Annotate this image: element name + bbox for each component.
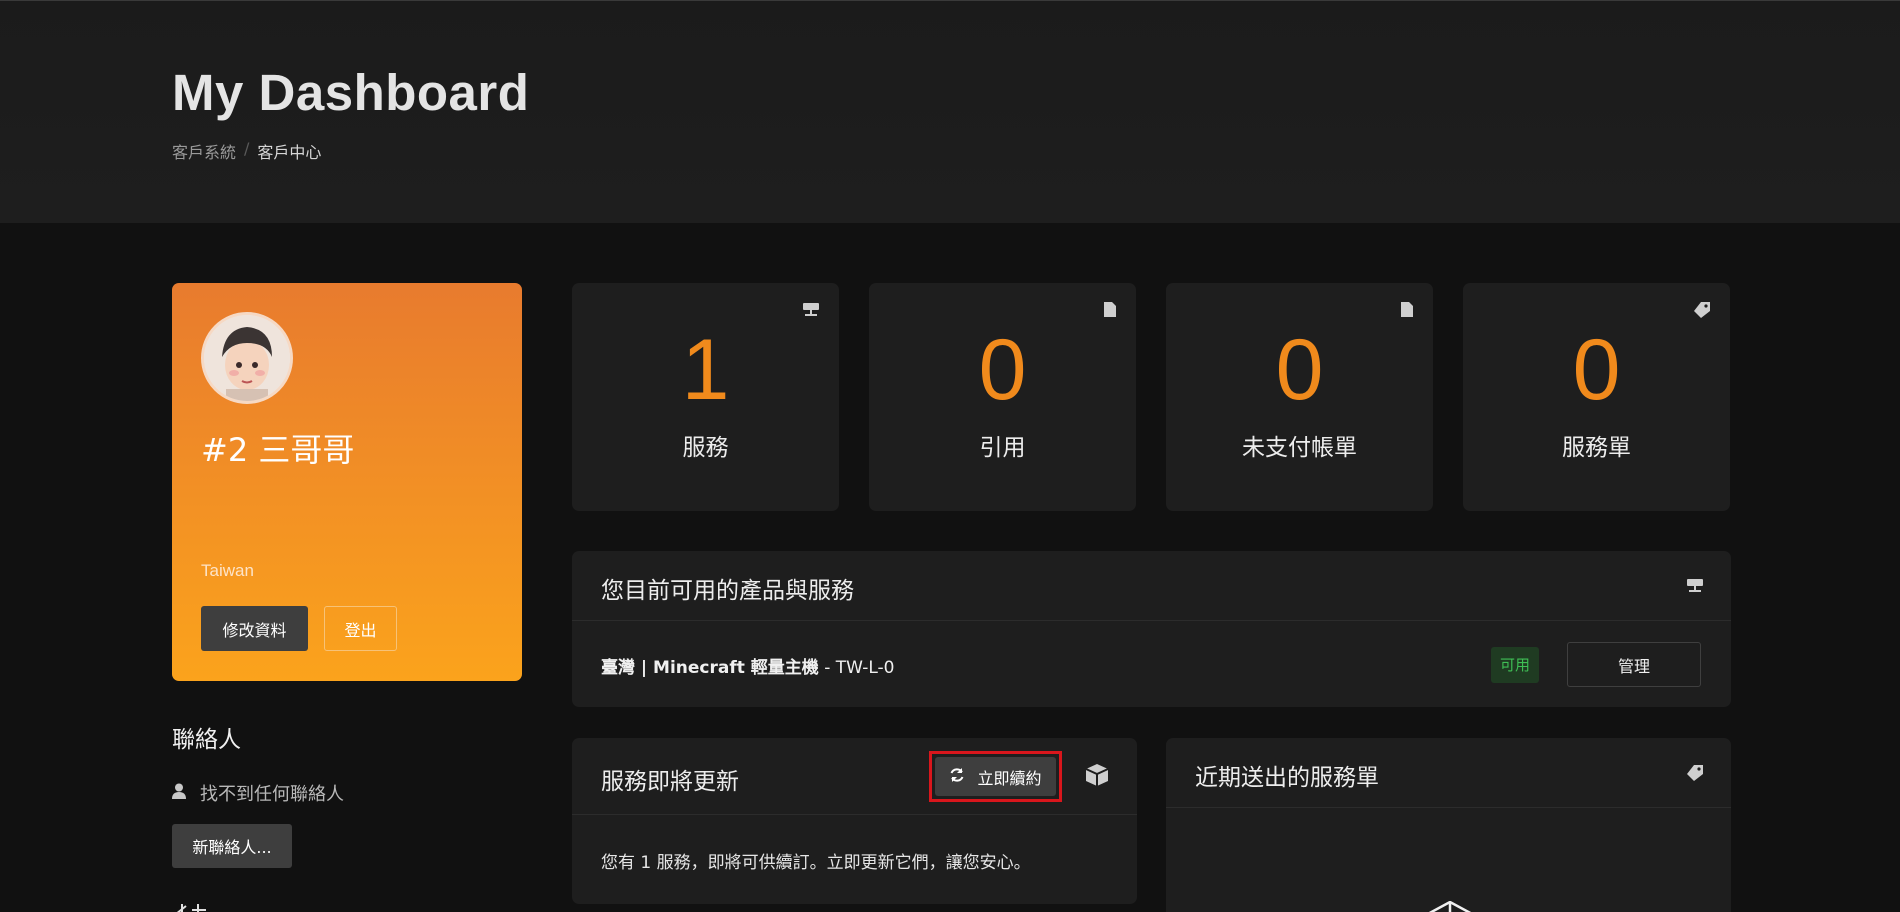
panel-header: 近期送出的服務單 xyxy=(1166,738,1731,808)
edit-profile-button[interactable]: 修改資料 xyxy=(201,606,308,651)
contacts-title: 聯絡人 xyxy=(172,727,241,753)
tag-icon xyxy=(1694,302,1710,322)
renew-now-label: 立即續約 xyxy=(977,768,1042,788)
stat-value: 0 xyxy=(978,322,1027,418)
stat-value: 0 xyxy=(1275,322,1324,418)
service-item[interactable]: 臺灣 | Minecraft 輕量主機 - TW-L-0 xyxy=(601,653,895,678)
avatar xyxy=(201,312,293,404)
highlight-box: 立即續約 xyxy=(929,751,1062,802)
breadcrumb: 客戶系統 / 客戶中心 xyxy=(172,139,321,163)
panel-header: 服務即將更新 立即續約 xyxy=(572,738,1137,815)
user-icon xyxy=(172,783,186,804)
stat-value: 0 xyxy=(1572,322,1621,418)
renew-now-button[interactable]: 立即續約 xyxy=(935,757,1056,796)
sidebar-next-heading xyxy=(172,900,212,912)
stat-label: 引用 xyxy=(979,435,1026,461)
service-id: - TW-L-0 xyxy=(818,658,895,678)
status-badge: 可用 xyxy=(1491,647,1539,683)
panel-title: 近期送出的服務單 xyxy=(1195,765,1379,791)
page-title: My Dashboard xyxy=(172,64,530,121)
renewals-message: 您有 1 服務，即將可供續訂。立即更新它們，讓您安心。 xyxy=(601,853,1031,873)
panel-header: 您目前可用的產品與服務 xyxy=(572,551,1731,621)
service-name: 臺灣 | Minecraft 輕量主機 xyxy=(601,658,819,678)
logout-button[interactable]: 登出 xyxy=(324,606,397,651)
contacts-empty-text: 找不到任何聯絡人 xyxy=(200,784,344,805)
breadcrumb-separator: / xyxy=(244,139,250,158)
breadcrumb-item-client-center: 客戶中心 xyxy=(257,143,322,162)
server-icon xyxy=(803,302,819,321)
stat-tile-services[interactable]: 1 服務 xyxy=(572,283,839,511)
recent-tickets-panel: 近期送出的服務單 xyxy=(1166,738,1731,912)
document-icon xyxy=(1401,302,1413,321)
active-services-panel: 您目前可用的產品與服務 臺灣 | Minecraft 輕量主機 - TW-L-0… xyxy=(572,551,1731,707)
server-icon xyxy=(1687,578,1703,597)
stat-label: 服務 xyxy=(682,435,729,461)
profile-card: #2 三哥哥 Taiwan 修改資料 登出 xyxy=(172,283,522,681)
new-contact-button[interactable]: 新聯絡人... xyxy=(172,824,292,868)
box-icon xyxy=(1085,763,1109,791)
renewals-panel: 服務即將更新 立即續約 您有 1 服務，即將可供續訂。立即更新它們，讓您安心。 xyxy=(572,738,1137,904)
tag-icon xyxy=(1687,765,1703,785)
refresh-icon xyxy=(949,767,965,787)
breadcrumb-item-client-system[interactable]: 客戶系統 xyxy=(172,139,236,163)
profile-name: #2 三哥哥 xyxy=(201,431,355,469)
profile-country: Taiwan xyxy=(201,561,254,580)
stat-label: 未支付帳單 xyxy=(1242,435,1357,461)
panel-title: 您目前可用的產品與服務 xyxy=(601,578,854,604)
contacts-empty-message: 找不到任何聯絡人 xyxy=(172,780,344,806)
empty-box-icon xyxy=(1424,900,1476,912)
page-header: My Dashboard 客戶系統 / 客戶中心 xyxy=(0,0,1900,223)
stat-tile-unpaid-invoices[interactable]: 0 未支付帳單 xyxy=(1166,283,1433,511)
document-icon xyxy=(1104,302,1116,321)
stat-label: 服務單 xyxy=(1562,435,1631,461)
stat-tile-quotes[interactable]: 0 引用 xyxy=(869,283,1136,511)
stat-tile-tickets[interactable]: 0 服務單 xyxy=(1463,283,1730,511)
stat-value: 1 xyxy=(681,322,730,418)
manage-button[interactable]: 管理 xyxy=(1567,642,1701,687)
panel-title: 服務即將更新 xyxy=(601,769,739,795)
